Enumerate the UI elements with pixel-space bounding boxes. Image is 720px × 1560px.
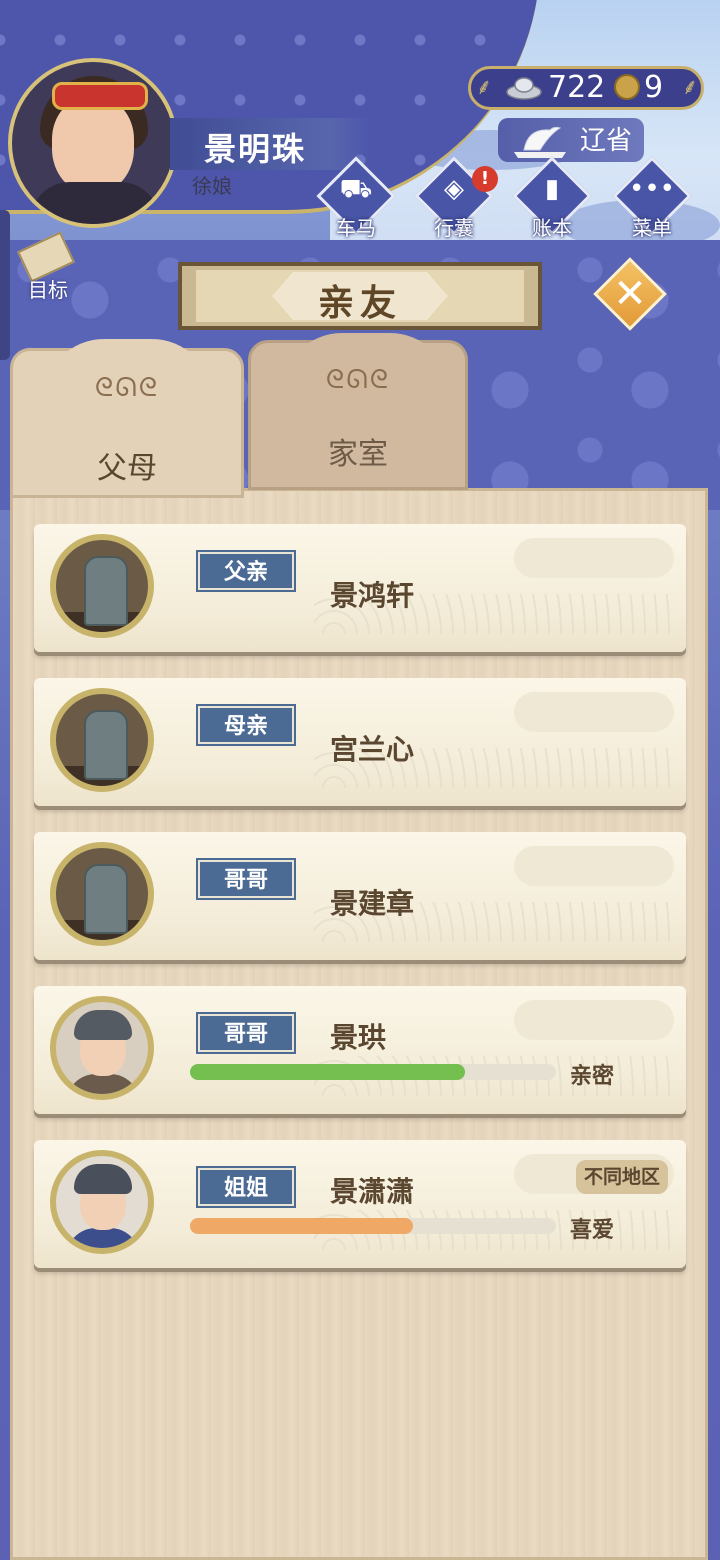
menu-label: 菜单 xyxy=(632,216,672,240)
scholar-stone-icon xyxy=(514,126,566,158)
player-title: 徐娘 xyxy=(192,174,232,198)
tombstone-portrait xyxy=(50,534,154,638)
affinity-bar-fill xyxy=(190,1218,414,1234)
carriage-icon: ⛟ xyxy=(339,174,373,204)
relative-card[interactable]: 父亲 景鸿轩 xyxy=(34,524,686,652)
ledger-label: 账本 xyxy=(532,216,572,240)
relation-badge: 姐姐 xyxy=(196,1166,296,1208)
bamboo-right-icon: ⸙ xyxy=(681,75,699,100)
tab-spouse-label: 家室 xyxy=(328,437,388,472)
coin-amount: 9 xyxy=(644,70,664,105)
ledger-button[interactable]: ▮ 账本 xyxy=(512,156,592,240)
coin-icon xyxy=(614,74,640,100)
player-name: 景明珠 xyxy=(204,130,307,168)
more-icon: ••• xyxy=(628,174,675,204)
region-label: 辽省 xyxy=(580,126,633,156)
relation-badge: 母亲 xyxy=(196,704,296,746)
tombstone-portrait xyxy=(50,688,154,792)
relation-badge: 父亲 xyxy=(196,550,296,592)
goal-button[interactable]: 目标 xyxy=(10,231,80,302)
tab-parents-label: 父母 xyxy=(97,451,157,486)
goal-label: 目标 xyxy=(28,278,68,302)
relative-card[interactable]: 姐姐 景潇潇 不同地区 喜爱 xyxy=(34,1140,686,1268)
menu-button[interactable]: ••• 菜单 xyxy=(612,156,692,240)
tombstone-icon xyxy=(84,556,128,626)
bag-label: 行囊 xyxy=(434,216,474,240)
relative-name: 景鸿轩 xyxy=(330,579,415,612)
relative-card[interactable]: 哥哥 景珙 亲密 xyxy=(34,986,686,1114)
tombstone-portrait xyxy=(50,842,154,946)
tab-parents[interactable]: ᘓᘏᘓ 父母 xyxy=(10,339,244,498)
relative-name: 景建章 xyxy=(330,887,415,920)
affinity-bar xyxy=(190,1064,556,1080)
tab-spouse[interactable]: ᘓᘏᘓ 家室 xyxy=(248,333,468,490)
affinity-bar xyxy=(190,1218,556,1234)
affinity-label: 喜爱 xyxy=(570,1218,615,1243)
bamboo-left-icon: ⸙ xyxy=(475,75,493,100)
relation-badge: 哥哥 xyxy=(196,858,296,900)
relation-badge: 哥哥 xyxy=(196,1012,296,1054)
cloud-ornament-icon: ᘓᘏᘓ xyxy=(94,373,160,403)
affinity-label: 亲密 xyxy=(570,1064,615,1089)
relative-name: 宫兰心 xyxy=(330,733,415,766)
relative-card[interactable]: 母亲 宫兰心 xyxy=(34,678,686,806)
affinity-bar-fill xyxy=(190,1064,465,1080)
relative-name: 景潇潇 xyxy=(330,1175,415,1208)
cloud-ornament-icon: ᘓᘏᘓ xyxy=(325,365,391,395)
close-icon[interactable]: ✕ xyxy=(604,268,656,320)
silver-ingot-icon xyxy=(506,77,542,100)
player-avatar[interactable] xyxy=(8,58,178,228)
notification-badge: ! xyxy=(472,166,498,192)
relative-portrait xyxy=(50,1150,154,1254)
page-title: 亲友 xyxy=(317,283,402,324)
relative-card[interactable]: 哥哥 景建章 xyxy=(34,832,686,960)
relative-portrait xyxy=(50,996,154,1100)
silver-amount: 722 xyxy=(548,70,606,105)
carriage-label: 车马 xyxy=(336,216,376,240)
relative-name: 景珙 xyxy=(330,1021,387,1054)
tombstone-icon xyxy=(84,864,128,934)
ledger-icon: ▮ xyxy=(544,174,560,204)
tombstone-icon xyxy=(84,710,128,780)
carriage-button[interactable]: ⛟ 车马 xyxy=(316,156,396,240)
region-tag: 不同地区 xyxy=(576,1160,668,1194)
side-drawer-handle[interactable] xyxy=(0,210,10,360)
